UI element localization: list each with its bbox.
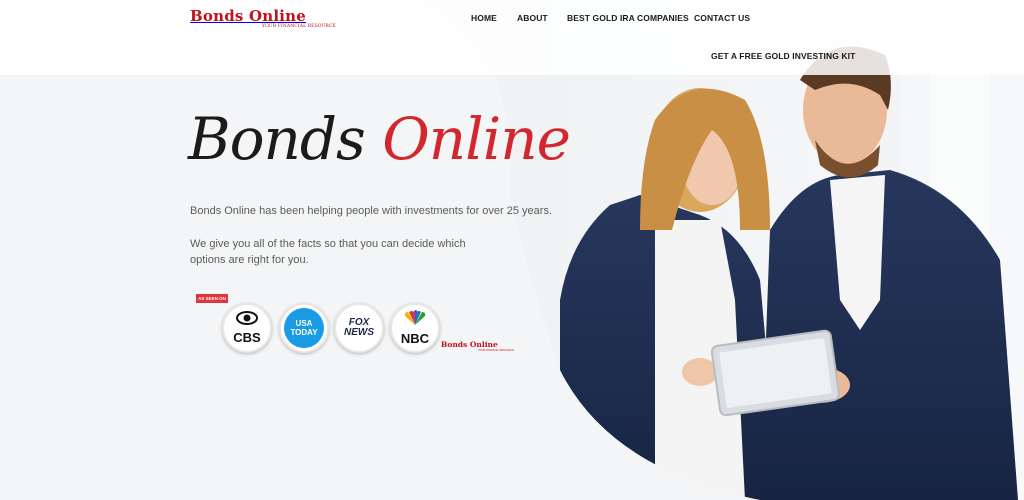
fox-news-line2: NEWS [344,327,374,338]
site-header: Bonds Online YOUR FINANCIAL RESOURCE HOM… [0,0,1024,75]
hero-paragraph-2: We give you all of the facts so that you… [190,238,466,266]
fox-news-logo: FOX NEWS [334,303,384,353]
hero-curve-overlay [0,0,760,500]
usa-today-line2: TODAY [290,328,318,337]
hero-paragraph-1: Bonds Online has been helping people wit… [190,205,552,217]
nbc-text: NBC [400,331,430,346]
nbc-peacock-icon [404,310,426,325]
nav-home[interactable]: HOME [471,13,497,23]
bonds-online-small-logo: Bonds Online [441,340,498,349]
cbs-eye-icon [235,311,258,325]
nav-best-gold-ira-companies[interactable]: BEST GOLD IRA COMPANIES [567,13,689,23]
as-seen-on-label: AS SEEN ON [196,294,228,303]
nav-contact-us[interactable]: CONTACT US [694,13,750,23]
nav-about[interactable]: ABOUT [517,13,548,23]
bonds-online-small-tagline: YOUR FINANCIAL RESOURCE [478,349,514,352]
nbc-logo: NBC [390,303,440,353]
site-logo-title: Bonds Online [190,7,306,25]
usa-today-line1: USA [295,319,313,328]
hero-title: Bonds Online [188,100,571,178]
hero-section: Bonds Online Bonds Online has been helpi… [0,0,1024,500]
hero-title-part1: Bonds [188,105,366,173]
nav-free-gold-investing-kit[interactable]: GET A FREE GOLD INVESTING KIT [711,51,855,61]
site-logo-tagline: YOUR FINANCIAL RESOURCE [262,24,336,29]
cbs-logo: CBS [222,303,272,353]
site-logo[interactable]: Bonds Online YOUR FINANCIAL RESOURCE [190,7,336,31]
hero-title-part2: Online [382,105,571,173]
usa-today-logo: USA TODAY [279,303,329,353]
cbs-text: CBS [233,330,261,345]
